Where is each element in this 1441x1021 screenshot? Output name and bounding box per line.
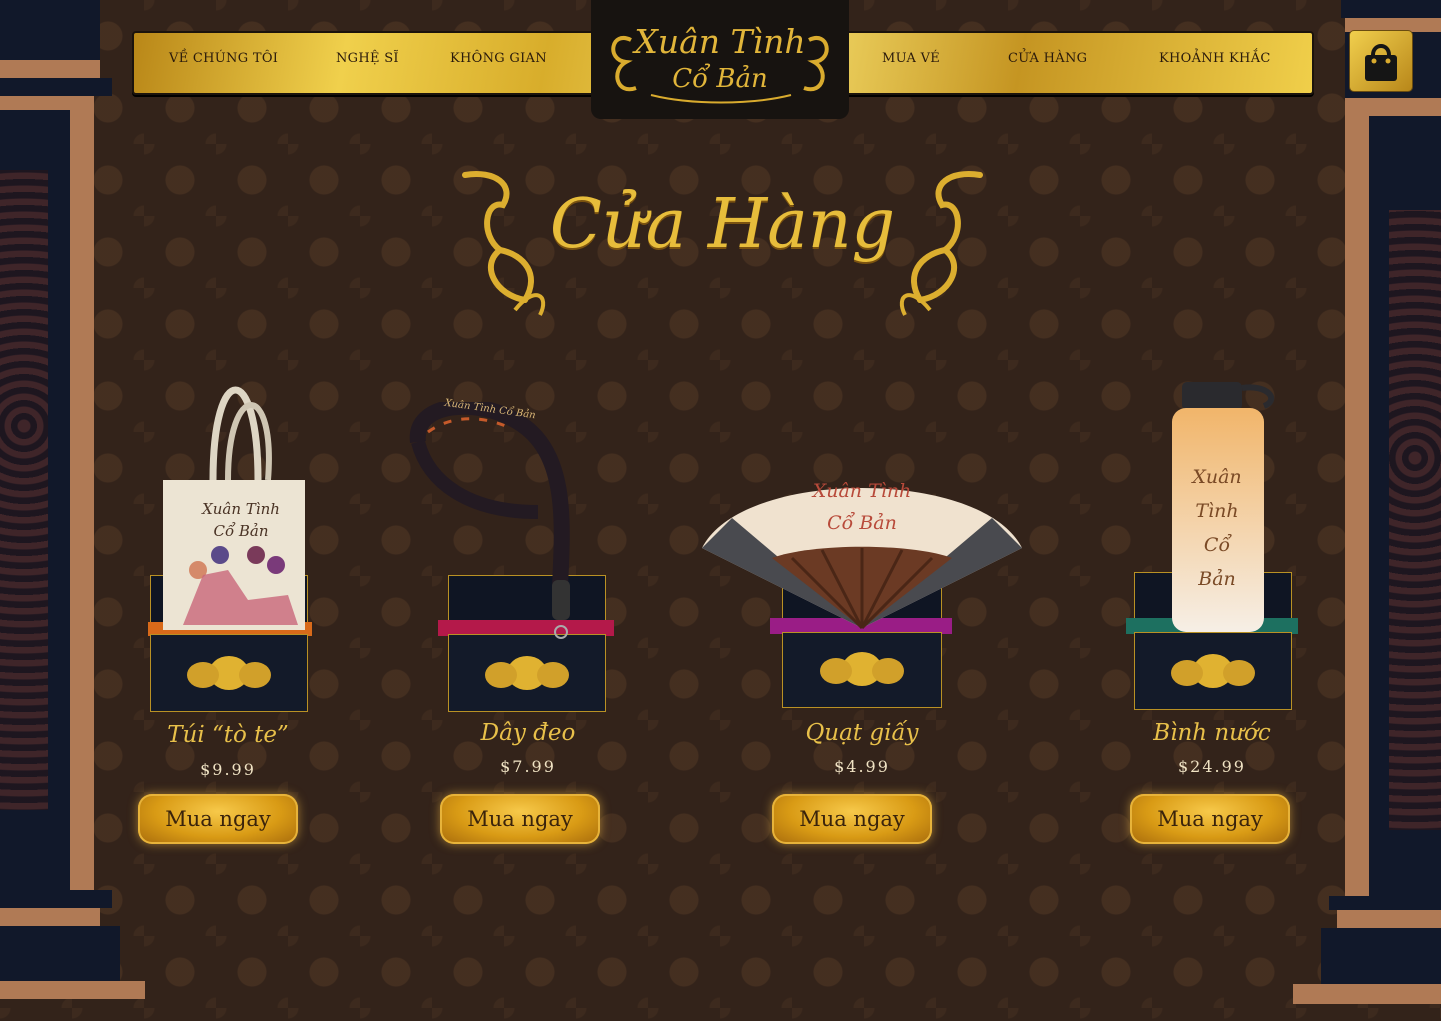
logo-line-2: Cổ Bản bbox=[672, 64, 768, 94]
left-pillar bbox=[0, 0, 145, 1021]
product-card-lanyard: Xuân Tình Cổ Bản Dây đeo $7.99 Mua ngay bbox=[408, 370, 648, 850]
logo-line-1: Xuân Tình bbox=[634, 22, 806, 61]
product-price: $7.99 bbox=[500, 757, 556, 776]
nav-space[interactable]: KHÔNG GIAN bbox=[450, 51, 547, 66]
tote-print-line-2: Cổ Bản bbox=[213, 522, 269, 540]
buy-now-button[interactable]: Mua ngay bbox=[772, 794, 932, 844]
buy-now-button[interactable]: Mua ngay bbox=[1130, 794, 1290, 844]
cart-button[interactable] bbox=[1349, 30, 1413, 92]
product-price: $24.99 bbox=[1178, 757, 1246, 776]
product-name: Quạt giấy bbox=[805, 720, 919, 746]
gold-flower-icon bbox=[820, 652, 904, 686]
nav-tickets[interactable]: MUA VÉ bbox=[882, 51, 940, 66]
bottle-print-line-4: Bản bbox=[1198, 568, 1236, 590]
bottle-print-line-3: Cổ bbox=[1203, 534, 1231, 556]
nav-about[interactable]: VỀ CHÚNG TÔI bbox=[169, 51, 278, 66]
gold-flower-icon bbox=[1171, 654, 1255, 688]
lanyard-image bbox=[409, 402, 570, 639]
page-title: Cửa Hàng bbox=[549, 185, 896, 264]
gift-box bbox=[1134, 632, 1292, 710]
nav-shop[interactable]: CỬA HÀNG bbox=[1008, 51, 1087, 66]
right-pillar bbox=[1293, 0, 1441, 1021]
bottle-print-line-1: Xuân bbox=[1192, 466, 1242, 488]
buy-now-button[interactable]: Mua ngay bbox=[440, 794, 600, 844]
gold-flower-icon bbox=[187, 656, 271, 690]
logo[interactable]: Xuân Tình Cổ Bản bbox=[591, 0, 849, 119]
nav-moments[interactable]: KHOẢNH KHẮC bbox=[1159, 51, 1271, 66]
product-name: Túi “tò te” bbox=[167, 722, 289, 748]
fan-print-line-1: Xuân Tình bbox=[812, 480, 912, 502]
nav-artists[interactable]: NGHỆ SĨ bbox=[336, 51, 399, 66]
bottle-print-line-2: Tình bbox=[1195, 500, 1239, 522]
shopping-bag-icon bbox=[1365, 44, 1397, 81]
product-price: $4.99 bbox=[834, 757, 890, 776]
paper-fan-image bbox=[702, 488, 1022, 630]
tote-print-line-1: Xuân Tình bbox=[202, 500, 280, 518]
gift-box bbox=[782, 632, 942, 708]
product-card-tote: Xuân Tình Cổ Bản Túi “tò te” $9.99 Mua n… bbox=[108, 370, 348, 850]
product-name: Bình nước bbox=[1153, 720, 1271, 746]
product-card-fan: Xuân Tình Cổ Bản Quạt giấy $4.99 Mua nga… bbox=[702, 370, 1022, 850]
product-price: $9.99 bbox=[200, 760, 256, 779]
fan-print-line-2: Cổ Bản bbox=[827, 512, 897, 534]
gift-box bbox=[150, 634, 308, 712]
buy-now-button[interactable]: Mua ngay bbox=[138, 794, 298, 844]
page-title-block: Cửa Hàng bbox=[455, 165, 990, 320]
product-card-bottle: Xuân Tình Cổ Bản Bình nước $24.99 Mua ng… bbox=[1092, 370, 1332, 850]
product-name: Dây đeo bbox=[480, 720, 576, 746]
